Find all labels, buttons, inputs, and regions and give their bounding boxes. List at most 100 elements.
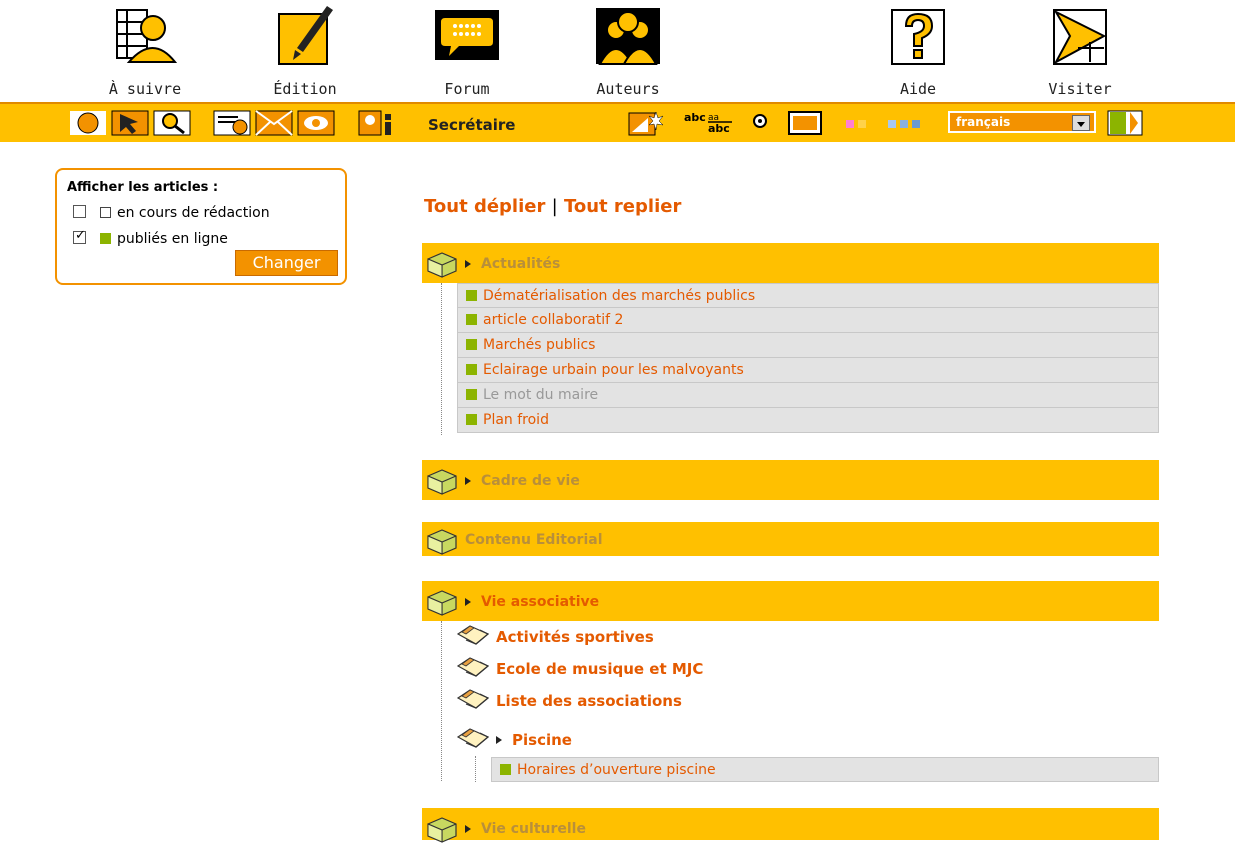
rubrique-title[interactable]: Vie associative	[481, 594, 599, 610]
tree-line	[441, 621, 442, 781]
rubrique-actualites[interactable]: Actualités	[422, 243, 1159, 283]
rubrique-cube-icon	[424, 466, 460, 496]
globe-icon[interactable]	[70, 111, 106, 135]
toolbar-icons-left	[70, 110, 191, 136]
article-item[interactable]: Dématérialisation des marchés publics	[457, 283, 1159, 308]
collapse-arrow-icon[interactable]	[496, 736, 502, 744]
draft-checkbox[interactable]	[73, 205, 86, 218]
rubrique-title[interactable]: Vie culturelle	[481, 821, 586, 837]
nav-forum-label: Forum	[444, 80, 490, 98]
edition-icon	[278, 6, 333, 65]
language-select-value: français	[956, 115, 1011, 129]
collapse-all-link[interactable]: Tout replier	[564, 196, 681, 217]
nav-edition-label: Édition	[273, 80, 337, 98]
article-filter-box: Afficher les articles : en cours de réda…	[55, 168, 347, 285]
nav-visiter-label: Visiter	[1048, 80, 1112, 98]
nav-suivre[interactable]: À suivre	[90, 0, 200, 102]
rubrique-cadre-de-vie[interactable]: Cadre de vie	[422, 460, 1159, 500]
nav-forum[interactable]: Forum	[412, 0, 522, 102]
mail-icon[interactable]	[255, 110, 293, 136]
published-status-icon	[466, 414, 477, 425]
expand-arrow-icon[interactable]	[465, 825, 471, 833]
rubrique-title[interactable]: Cadre de vie	[481, 473, 580, 489]
article-list-actualites: Dématérialisation des marchés publics ar…	[457, 283, 1159, 433]
suivre-icon	[116, 9, 177, 63]
published-status-icon	[466, 389, 477, 400]
nav-aide-label: Aide	[899, 80, 937, 98]
collapse-arrow-icon[interactable]	[465, 598, 471, 606]
user-info-icon[interactable]	[358, 110, 396, 136]
color-scheme-icon[interactable]	[842, 110, 942, 136]
article-list-piscine: Horaires d’ouverture piscine	[491, 757, 1159, 782]
folder-icon	[456, 688, 490, 712]
article-item[interactable]: article collaboratif 2	[457, 308, 1159, 333]
article-item[interactable]: Plan froid	[457, 408, 1159, 433]
visiter-icon	[1053, 9, 1107, 65]
nav-auteurs[interactable]: Auteurs	[573, 0, 683, 102]
subrubrique-title[interactable]: Activités sportives	[496, 628, 654, 646]
toolbar-icons-mid	[213, 110, 335, 136]
user-role: Secrétaire	[428, 116, 516, 134]
published-status-icon	[466, 290, 477, 301]
published-label: publiés en ligne	[117, 231, 228, 247]
published-checkbox[interactable]	[73, 228, 86, 244]
toggle-separator: |	[551, 196, 558, 217]
door-exit-icon[interactable]	[1106, 110, 1144, 136]
svg-text:abc: abc	[684, 111, 706, 124]
article-title[interactable]: Dématérialisation des marchés publics	[483, 288, 755, 304]
top-navigation: À suivre Édition Forum Auteurs Aide Visi…	[0, 0, 1235, 102]
language-select[interactable]: français	[948, 111, 1096, 133]
article-title[interactable]: article collaboratif 2	[483, 312, 623, 328]
article-item[interactable]: Eclairage urbain pour les malvoyants	[457, 358, 1159, 383]
svg-text:abc: abc	[708, 122, 730, 135]
filter-title: Afficher les articles :	[67, 180, 219, 195]
folder-icon	[456, 656, 490, 680]
article-title[interactable]: Le mot du maire	[483, 387, 598, 403]
article-title[interactable]: Marchés publics	[483, 337, 595, 353]
article-item[interactable]: Horaires d’ouverture piscine	[491, 757, 1159, 782]
aide-icon	[891, 9, 945, 65]
article-item[interactable]: Marchés publics	[457, 333, 1159, 358]
expand-arrow-icon[interactable]	[465, 477, 471, 485]
rubrique-cube-icon	[424, 587, 460, 617]
subrubrique-title[interactable]: Ecole de musique et MJC	[496, 660, 703, 678]
article-item[interactable]: Le mot du maire	[457, 383, 1159, 408]
spelling-icon[interactable]: abc aa abc	[682, 110, 776, 136]
draft-label: en cours de rédaction	[117, 205, 270, 221]
subrubrique-title[interactable]: Liste des associations	[496, 692, 682, 710]
rubrique-cube-icon	[424, 526, 460, 556]
published-status-icon	[466, 339, 477, 350]
new-window-icon[interactable]	[628, 110, 664, 136]
auteurs-icon	[596, 8, 660, 65]
tree-line	[441, 283, 442, 435]
article-title[interactable]: Eclairage urbain pour les malvoyants	[483, 362, 744, 378]
folder-icon	[456, 727, 490, 751]
nav-suivre-label: À suivre	[108, 80, 182, 98]
draft-status-icon	[100, 207, 111, 218]
change-button[interactable]: Changer	[235, 250, 338, 276]
expand-all-link[interactable]: Tout déplier	[424, 196, 545, 217]
nav-aide[interactable]: Aide	[863, 0, 973, 102]
nav-edition[interactable]: Édition	[250, 0, 360, 102]
rubrique-title[interactable]: Actualités	[481, 256, 560, 272]
article-title[interactable]: Plan froid	[483, 412, 549, 428]
published-status-icon	[466, 364, 477, 375]
expand-arrow-icon[interactable]	[465, 260, 471, 268]
rubrique-vie-culturelle[interactable]: Vie culturelle	[422, 808, 1159, 840]
tree-line	[475, 756, 476, 782]
eye-icon[interactable]	[297, 110, 335, 136]
rubrique-contenu-editorial[interactable]: Contenu Editorial	[422, 522, 1159, 556]
rubrique-vie-associative[interactable]: Vie associative	[422, 581, 1159, 621]
rubrique-title[interactable]: Contenu Editorial	[465, 532, 603, 548]
subrubrique-title[interactable]: Piscine	[512, 731, 572, 749]
article-title[interactable]: Horaires d’ouverture piscine	[517, 762, 716, 778]
rubrique-cube-icon	[424, 249, 460, 279]
calendar-icon[interactable]	[213, 110, 251, 136]
chevron-down-icon[interactable]	[1072, 115, 1090, 131]
nav-auteurs-label: Auteurs	[596, 80, 660, 98]
cursor-icon[interactable]	[111, 110, 149, 136]
expand-collapse-links: Tout déplier | Tout replier	[424, 196, 681, 217]
nav-visiter[interactable]: Visiter	[1025, 0, 1135, 102]
screen-icon[interactable]	[788, 110, 822, 136]
search-icon[interactable]	[153, 110, 191, 136]
